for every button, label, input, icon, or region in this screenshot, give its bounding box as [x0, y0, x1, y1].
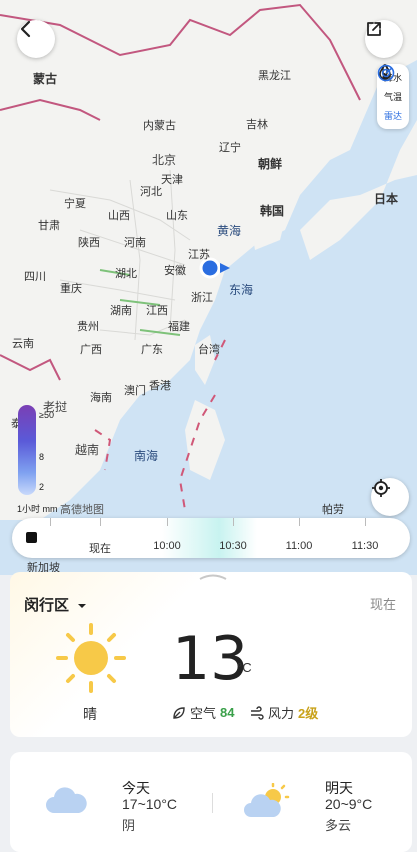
map-label-ningxia: 宁夏: [64, 198, 86, 210]
legend-unit: 1小时 mm: [17, 504, 58, 514]
chevron-left-icon: [20, 20, 31, 38]
map-label-hunan: 湖南: [110, 305, 132, 317]
back-button[interactable]: [17, 20, 55, 58]
map-label-vietnam: 越南: [75, 443, 100, 457]
air-quality[interactable]: 空气 84: [172, 703, 234, 722]
tomorrow-range: 20~9°C: [325, 796, 373, 812]
timeline-progress: [162, 518, 257, 558]
map-label-beijing: 北京: [152, 153, 177, 167]
precip-legend-bar: [18, 405, 36, 495]
district-name: 闵行区: [24, 597, 70, 614]
radar-timeline[interactable]: 现在 10:00 10:30 11:00 11:30: [12, 518, 410, 558]
cloud-icon: [46, 787, 87, 813]
map-label-jiangxi: 江西: [146, 305, 168, 317]
stop-icon[interactable]: [26, 532, 37, 543]
now-label: 现在: [370, 597, 397, 612]
layer-temp-label: 气温: [383, 92, 402, 102]
map-label-jilin: 吉林: [246, 119, 268, 131]
today-label: 今天: [122, 780, 150, 796]
map-label-east-sea: 东海: [229, 283, 254, 297]
map-label-macau: 澳门: [124, 385, 146, 397]
timeline-label-1100[interactable]: 11:00: [286, 540, 313, 552]
drag-handle-icon[interactable]: [198, 572, 228, 580]
map-label-liaoning: 辽宁: [219, 142, 241, 154]
map-label-yunnan: 云南: [12, 338, 34, 350]
crosshair-icon: [372, 479, 390, 497]
map-label-jiangsu: 江苏: [188, 249, 210, 261]
district-selector[interactable]: 闵行区: [24, 594, 87, 615]
map-label-fujian: 福建: [168, 321, 190, 333]
caret-down-icon: [78, 604, 87, 608]
condition-text: 晴: [83, 706, 97, 722]
map-label-shanxi: 山西: [108, 210, 130, 222]
map-label-north-korea: 朝鲜: [258, 157, 283, 171]
temp-unit: °C: [237, 660, 252, 675]
map-label-anhui: 安徽: [164, 265, 186, 277]
map-label-inner-mongolia: 内蒙古: [143, 120, 176, 132]
leaf-icon: [173, 706, 185, 719]
map-label-mongolia: 蒙古: [33, 72, 58, 86]
weather-map[interactable]: 蒙古 内蒙古 黑龙江 吉林 辽宁 北京 天津 河北 宁夏 山西 山东 甘肃 陕西…: [0, 0, 417, 575]
map-label-guangdong: 广东: [141, 344, 163, 356]
air-value: 84: [220, 705, 235, 720]
partly-cloudy-icon: [244, 783, 290, 817]
map-label-hongkong: 香港: [149, 380, 171, 392]
timeline-label-now[interactable]: 现在: [89, 540, 111, 556]
radar-icon: [377, 64, 395, 82]
map-label-gansu: 甘肃: [38, 220, 60, 232]
today-condition: 阴: [122, 818, 136, 833]
map-label-tianjin: 天津: [161, 174, 183, 186]
map-label-palau: 帕劳: [322, 504, 344, 516]
map-label-hainan: 海南: [90, 392, 112, 404]
map-label-hebei: 河北: [140, 186, 162, 198]
map-attribution: 高德地图: [60, 504, 104, 516]
map-label-guizhou: 贵州: [77, 321, 99, 333]
map-label-chongqing: 重庆: [60, 283, 82, 295]
map-label-japan: 日本: [374, 192, 399, 206]
map-label-yellow-sea: 黄海: [217, 224, 242, 238]
tomorrow-condition: 多云: [325, 818, 352, 833]
layer-panel: 降水 气温 雷达: [377, 64, 409, 129]
map-label-shandong: 山东: [166, 210, 188, 222]
map-label-sichuan: 四川: [24, 271, 46, 283]
tomorrow-label: 明天: [325, 780, 353, 796]
wind-label: 风力: [268, 706, 295, 721]
map-label-taiwan: 台湾: [198, 344, 220, 356]
timeline-label-1030[interactable]: 10:30: [219, 540, 247, 552]
map-label-guangxi: 广西: [80, 344, 102, 356]
map-label-zhejiang: 浙江: [191, 292, 213, 304]
map-label-henan: 河南: [124, 237, 146, 249]
timeline-label-1000[interactable]: 10:00: [153, 540, 181, 552]
layer-radar-label: 雷达: [383, 111, 402, 121]
share-icon: [367, 22, 381, 36]
layer-temp[interactable]: 气温: [377, 64, 409, 106]
legend-mid-value: 8: [39, 452, 45, 462]
share-button[interactable]: [365, 20, 403, 58]
today-range: 17~10°C: [122, 796, 178, 812]
map-label-south-korea: 韩国: [260, 204, 285, 218]
legend-low-value: 2: [39, 482, 45, 492]
wind-info: 风力 2级: [250, 703, 318, 722]
map-label-hubei: 湖北: [115, 268, 137, 280]
map-label-south-sea: 南海: [134, 449, 159, 463]
legend-top-value: ≥50: [39, 410, 54, 420]
layer-radar[interactable]: 雷达: [377, 64, 409, 125]
sun-icon: [56, 623, 126, 693]
current-temp: 13: [172, 624, 249, 694]
air-label: 空气: [190, 706, 217, 721]
map-label-shaanxi: 陕西: [78, 237, 100, 249]
wind-icon: [251, 705, 264, 720]
map-label-heilongjiang: 黑龙江: [258, 70, 291, 82]
timeline-label-1130[interactable]: 11:30: [352, 540, 379, 552]
wind-value: 2级: [298, 706, 319, 721]
locate-button[interactable]: [371, 478, 409, 516]
